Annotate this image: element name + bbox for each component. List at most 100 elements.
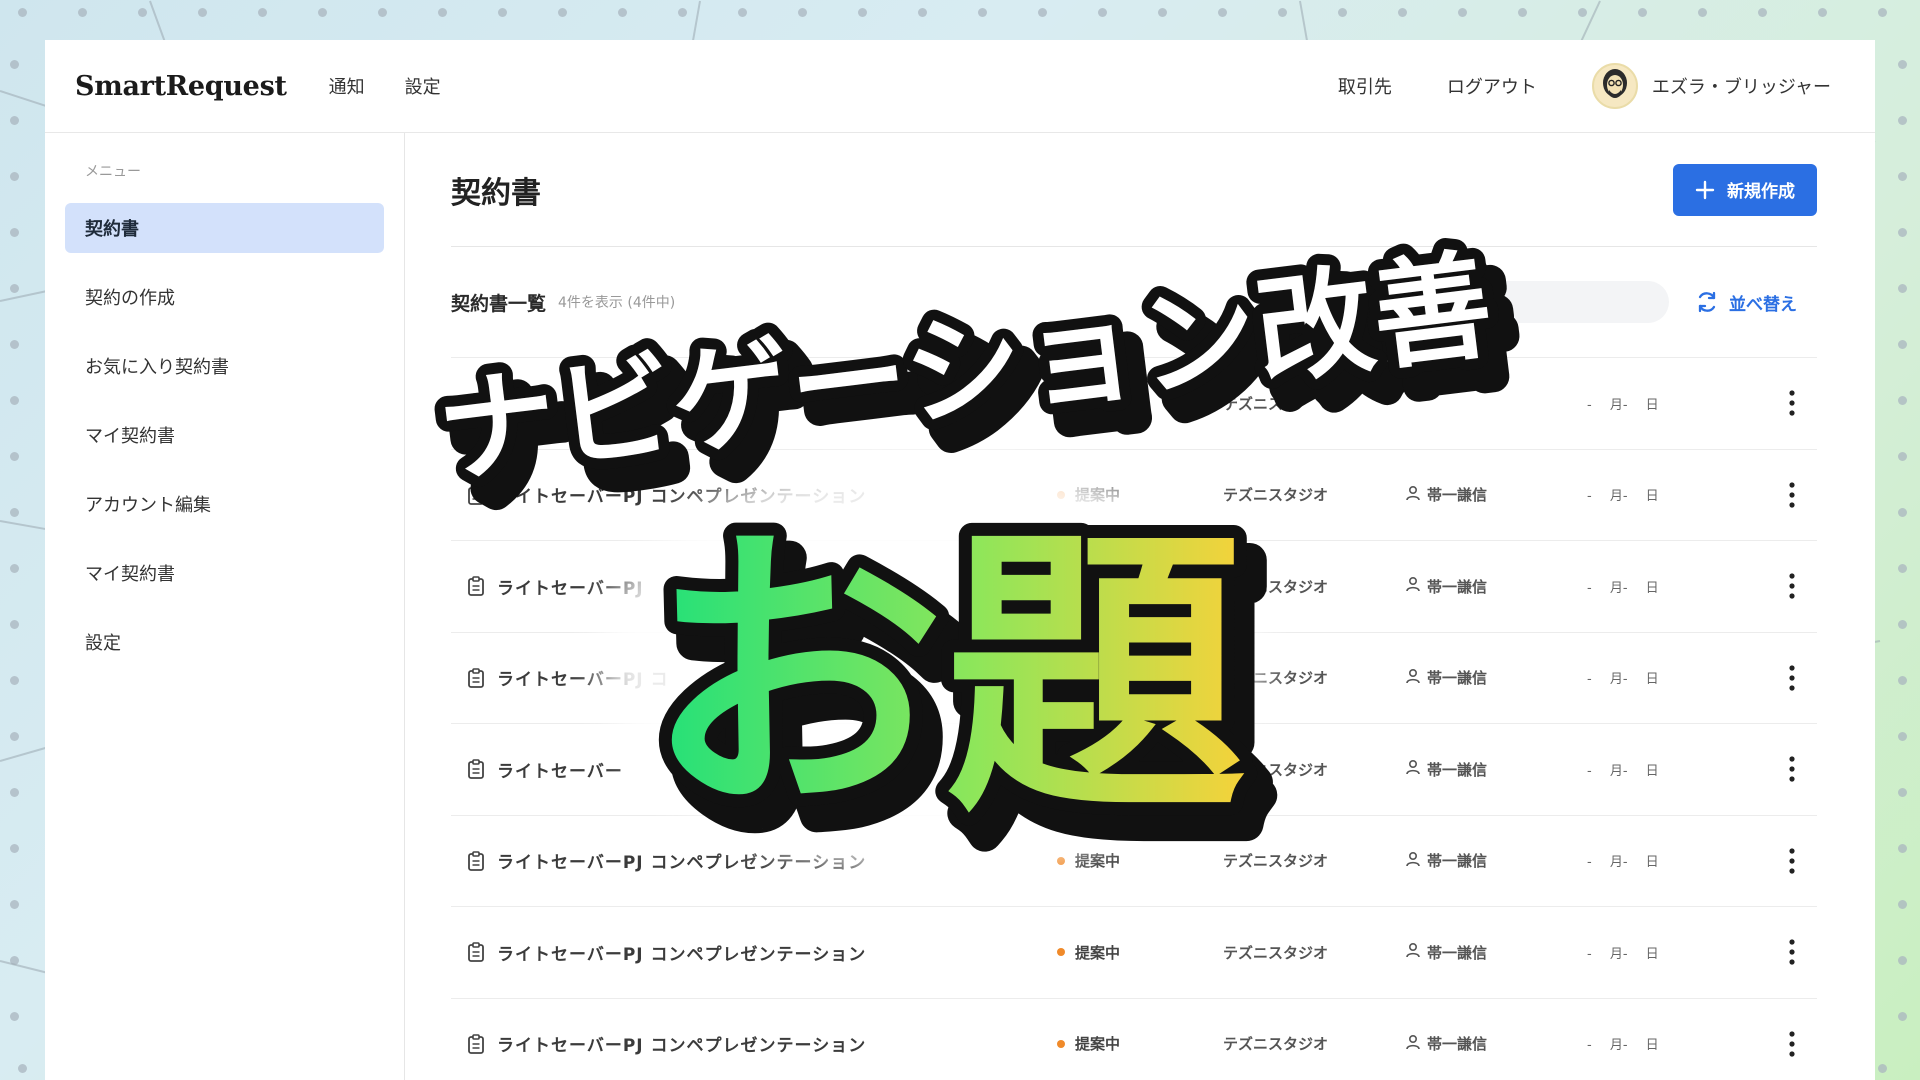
person-icon bbox=[1405, 668, 1421, 688]
background-speed-line bbox=[1299, 0, 1309, 46]
table-row[interactable]: …ン、…！… …ン２ テズニス… - 月- 日 bbox=[451, 358, 1817, 450]
more-vertical-icon[interactable] bbox=[1789, 848, 1795, 879]
due-date: - 月- 日 bbox=[1587, 855, 1659, 871]
person-icon bbox=[1405, 1034, 1421, 1054]
contract-list: …ン、…！… …ン２ テズニス… - 月- 日ライトセーバーPJ コンペプレゼンテー… bbox=[451, 357, 1817, 1080]
status-label: 提案中 bbox=[1075, 943, 1121, 962]
clipboard-icon bbox=[467, 576, 485, 601]
table-row[interactable]: ライトセーバーPJ テズニスタジオ 帯一謙信 - 月- 日 bbox=[451, 541, 1817, 633]
more-vertical-icon[interactable] bbox=[1789, 390, 1795, 421]
client-name: テズニスタジオ bbox=[1223, 943, 1329, 962]
person-icon bbox=[1405, 851, 1421, 871]
table-row[interactable]: ライトセーバーPJ コンペプレゼンテーション 提案中 テズニスタジオ 帯一謙信 - 月-… bbox=[451, 999, 1817, 1080]
contract-name[interactable]: ライトセーバーPJ コンペプレゼンテーション bbox=[497, 1031, 866, 1056]
assignee-name: 帯一謙信 bbox=[1427, 577, 1488, 596]
sidebar-item-contracts[interactable]: 契約書 bbox=[65, 203, 384, 253]
status-label: 提案中 bbox=[1075, 852, 1121, 871]
sidebar-item-create-contract[interactable]: 契約の作成 bbox=[65, 272, 384, 322]
person-icon bbox=[1405, 485, 1421, 505]
sidebar-item-my-contracts-2[interactable]: マイ契約書 bbox=[65, 548, 384, 598]
due-date: - 月- 日 bbox=[1587, 946, 1659, 962]
contract-name[interactable]: ライトセーバーPJ コンペプレゼンテーション bbox=[497, 940, 866, 965]
assignee-name: 帯一謙信 bbox=[1427, 852, 1488, 871]
new-contract-label: 新規作成 bbox=[1727, 182, 1795, 202]
top-nav: 通知 設定 bbox=[329, 73, 441, 99]
contract-name[interactable]: …ン、…！… …ン２ bbox=[497, 391, 665, 416]
main-content: 契約書 新規作成 契約書一覧 4件を表示 (4件中) 並べ替え …ン、…！… …… bbox=[451, 133, 1817, 1080]
background-speed-line bbox=[0, 289, 50, 302]
user-name: エズラ・ブリッジャー bbox=[1651, 77, 1831, 98]
due-date: - 月- 日 bbox=[1587, 489, 1659, 505]
assignee-name: 帯一謙信 bbox=[1427, 1035, 1488, 1054]
client-name: テズニスタジオ bbox=[1223, 852, 1329, 871]
due-date: - 月- 日 bbox=[1587, 763, 1659, 779]
more-vertical-icon[interactable] bbox=[1789, 665, 1795, 696]
more-vertical-icon[interactable] bbox=[1789, 939, 1795, 970]
contract-name[interactable]: ライトセーバーPJ コンペプレゼンテーション bbox=[497, 482, 866, 507]
plus-icon bbox=[1695, 180, 1715, 199]
app-logo[interactable]: SmartRequest bbox=[75, 71, 287, 102]
due-date: - 月- 日 bbox=[1587, 1038, 1659, 1054]
sidebar-item-settings[interactable]: 設定 bbox=[65, 617, 384, 667]
contract-name[interactable]: ライトセーバーPJ コンペプレゼンテーション bbox=[497, 848, 866, 873]
list-header: 契約書一覧 4件を表示 (4件中) 並べ替え bbox=[451, 247, 1817, 357]
assignee: 帯一謙信 bbox=[1405, 667, 1487, 688]
sort-button[interactable]: 並べ替え bbox=[1695, 290, 1817, 315]
contract-name[interactable]: ライトセーバーPJ bbox=[497, 574, 644, 599]
assignee: 帯一謙信 bbox=[1405, 484, 1487, 505]
sidebar-item-favorites[interactable]: お気に入り契約書 bbox=[65, 341, 384, 391]
status-badge: 提案中 bbox=[1057, 484, 1120, 505]
clipboard-icon bbox=[467, 759, 485, 784]
table-row[interactable]: ライトセーバーPJ コンペプレゼンテーション 提案中 テズニスタジオ 帯一謙信 - 月-… bbox=[451, 816, 1817, 907]
clipboard-icon bbox=[467, 1033, 485, 1059]
person-icon bbox=[1405, 576, 1421, 596]
more-vertical-icon[interactable] bbox=[1789, 573, 1795, 604]
nav-logout[interactable]: ログアウト bbox=[1447, 73, 1537, 99]
assignee: 帯一謙信 bbox=[1405, 942, 1487, 963]
assignee: 帯一謙信 bbox=[1405, 850, 1487, 871]
client-name: テズニスタジオ bbox=[1223, 669, 1329, 688]
more-vertical-icon[interactable] bbox=[1789, 1031, 1795, 1062]
new-contract-button[interactable]: 新規作成 bbox=[1673, 163, 1817, 216]
assignee-name: 帯一謙信 bbox=[1427, 760, 1488, 779]
table-row[interactable]: ライトセーバーPJ コンペプレゼンテーション 提案中 テズニスタジオ 帯一謙信 - 月-… bbox=[451, 907, 1817, 999]
table-row[interactable]: ライトセーバーPJ コンペプレゼンテーション 提案中 テズニスタジオ 帯一謙信 - 月-… bbox=[451, 450, 1817, 541]
sidebar-item-account-edit[interactable]: アカウント編集 bbox=[65, 479, 384, 529]
due-date: - 月- 日 bbox=[1587, 672, 1659, 688]
sidebar: メニュー 契約書 契約の作成 お気に入り契約書 マイ契約書 アカウント編集 マイ… bbox=[45, 133, 405, 1080]
sort-label: 並べ替え bbox=[1729, 294, 1797, 315]
table-row[interactable]: ライトセーバー テズニスタジオ 帯一謙信 - 月- 日 bbox=[451, 724, 1817, 816]
status-dot bbox=[1057, 856, 1065, 865]
page-header: 契約書 新規作成 bbox=[451, 133, 1817, 247]
nav-notifications[interactable]: 通知 bbox=[329, 73, 365, 99]
more-vertical-icon[interactable] bbox=[1789, 482, 1795, 513]
assignee-name: 帯一謙信 bbox=[1427, 669, 1488, 688]
status-label: 提案中 bbox=[1075, 486, 1121, 505]
more-vertical-icon[interactable] bbox=[1789, 756, 1795, 787]
sidebar-item-my-contracts[interactable]: マイ契約書 bbox=[65, 410, 384, 460]
assignee-name: 帯一謙信 bbox=[1427, 486, 1488, 505]
background-speed-line bbox=[692, 0, 701, 41]
user-menu[interactable]: エズラ・ブリッジャー bbox=[1591, 63, 1831, 109]
top-right-nav: 取引先 ログアウト エズラ・ブリッジャー bbox=[1338, 63, 1831, 109]
contract-name[interactable]: ライトセーバー bbox=[497, 757, 623, 782]
clipboard-icon bbox=[467, 850, 485, 876]
nav-clients[interactable]: 取引先 bbox=[1338, 73, 1392, 99]
clipboard-icon bbox=[467, 484, 485, 510]
avatar-face-icon bbox=[1602, 69, 1627, 98]
clipboard-icon bbox=[467, 942, 485, 967]
status-badge: 提案中 bbox=[1057, 1033, 1120, 1054]
due-date: - 月- 日 bbox=[1587, 580, 1659, 596]
assignee: 帯一謙信 bbox=[1405, 759, 1487, 780]
status-dot bbox=[1057, 1039, 1065, 1048]
app-window: SmartRequest 通知 設定 取引先 ログアウト エズラ・ブリッジャー … bbox=[45, 40, 1875, 1080]
table-row[interactable]: ライトセーバーPJ コ テズニスタジオ 帯一謙信 - 月- 日 bbox=[451, 633, 1817, 724]
status-badge: 提案中 bbox=[1057, 850, 1120, 871]
clipboard-icon bbox=[467, 667, 485, 693]
nav-settings[interactable]: 設定 bbox=[405, 73, 441, 99]
search-input[interactable] bbox=[1449, 281, 1669, 323]
assignee: 帯一謙信 bbox=[1405, 1033, 1487, 1054]
contract-name[interactable]: ライトセーバーPJ コ bbox=[497, 665, 669, 690]
client-name: テズニスタジオ bbox=[1223, 1035, 1329, 1054]
list-count: 4件を表示 (4件中) bbox=[558, 295, 676, 311]
